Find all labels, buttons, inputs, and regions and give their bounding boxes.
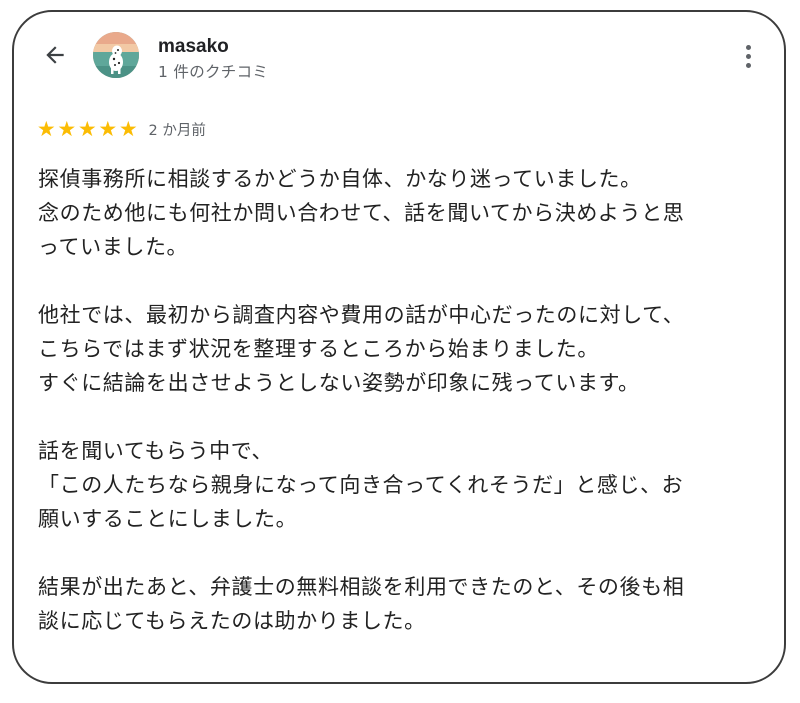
back-button[interactable] — [40, 40, 70, 70]
review-line: 結果が出たあと、弁護士の無料相談を利用できたのと、その後も相 — [38, 575, 685, 599]
review-card: masako 1 件のクチコミ ★ ★ ★ ★ ★ 2 か月前 探偵事務所に相談するかど… — [12, 10, 786, 684]
arrow-back-icon — [46, 46, 64, 64]
rating-row: ★ ★ ★ ★ ★ 2 か月前 — [36, 116, 206, 142]
review-paragraph: 話を聞いてもらう中で、「この人たちなら親身になって向き合ってくれそうだ」と感じ、… — [38, 434, 773, 536]
review-line: すぐに結論を出させようとしない姿勢が印象に残っています。 — [38, 371, 640, 395]
more-options-button[interactable] — [734, 42, 762, 70]
review-paragraph: 結果が出たあと、弁護士の無料相談を利用できたのと、その後も相 談に応じてもらえたの… — [38, 570, 773, 638]
star-icon: ★ — [57, 116, 77, 141]
review-text: 探偵事務所に相談するかどうか自体、かなり迷っていました。念のため他にも何社か問い… — [38, 162, 773, 638]
star-icon: ★ — [77, 116, 97, 141]
review-line: 探偵事務所に相談するかどうか自体、かなり迷っていました。 — [38, 167, 642, 191]
star-icon: ★ — [98, 116, 118, 141]
review-line: 話を聞いてもらう中で、 — [38, 439, 274, 463]
avatar[interactable] — [93, 32, 139, 78]
review-line: 「この人たちなら親身になって向き合ってくれそうだ」と感じ、お — [38, 473, 684, 497]
star-icon: ★ — [118, 116, 138, 141]
review-line: っていました。 — [38, 235, 189, 259]
star-icon: ★ — [36, 116, 56, 141]
more-vert-icon — [745, 44, 751, 68]
review-count: 1 件のクチコミ — [158, 63, 269, 81]
review-line: こちらではまず状況を整理するところから始まりました。 — [38, 337, 599, 361]
review-date: 2 か月前 — [148, 122, 206, 139]
review-line: 談に応じてもらえたのは助かりました。 — [38, 609, 426, 633]
review-line: 他社では、最初から調査内容や費用の話が中心だったのに対して、 — [38, 303, 685, 327]
reviewer-name[interactable]: masako — [158, 36, 229, 58]
review-line: 願いすることにしました。 — [38, 507, 298, 531]
dalmatian-avatar-image — [93, 32, 139, 78]
review-line: 念のため他にも何社か問い合わせて、話を聞いてから決めようと思 — [38, 201, 685, 225]
review-paragraph: 他社では、最初から調査内容や費用の話が中心だったのに対して、 こちらではまず状況を… — [38, 298, 773, 400]
review-paragraph: 探偵事務所に相談するかどうか自体、かなり迷っていました。念のため他にも何社か問い… — [38, 162, 773, 264]
star-rating: ★ ★ ★ ★ ★ — [36, 116, 139, 141]
